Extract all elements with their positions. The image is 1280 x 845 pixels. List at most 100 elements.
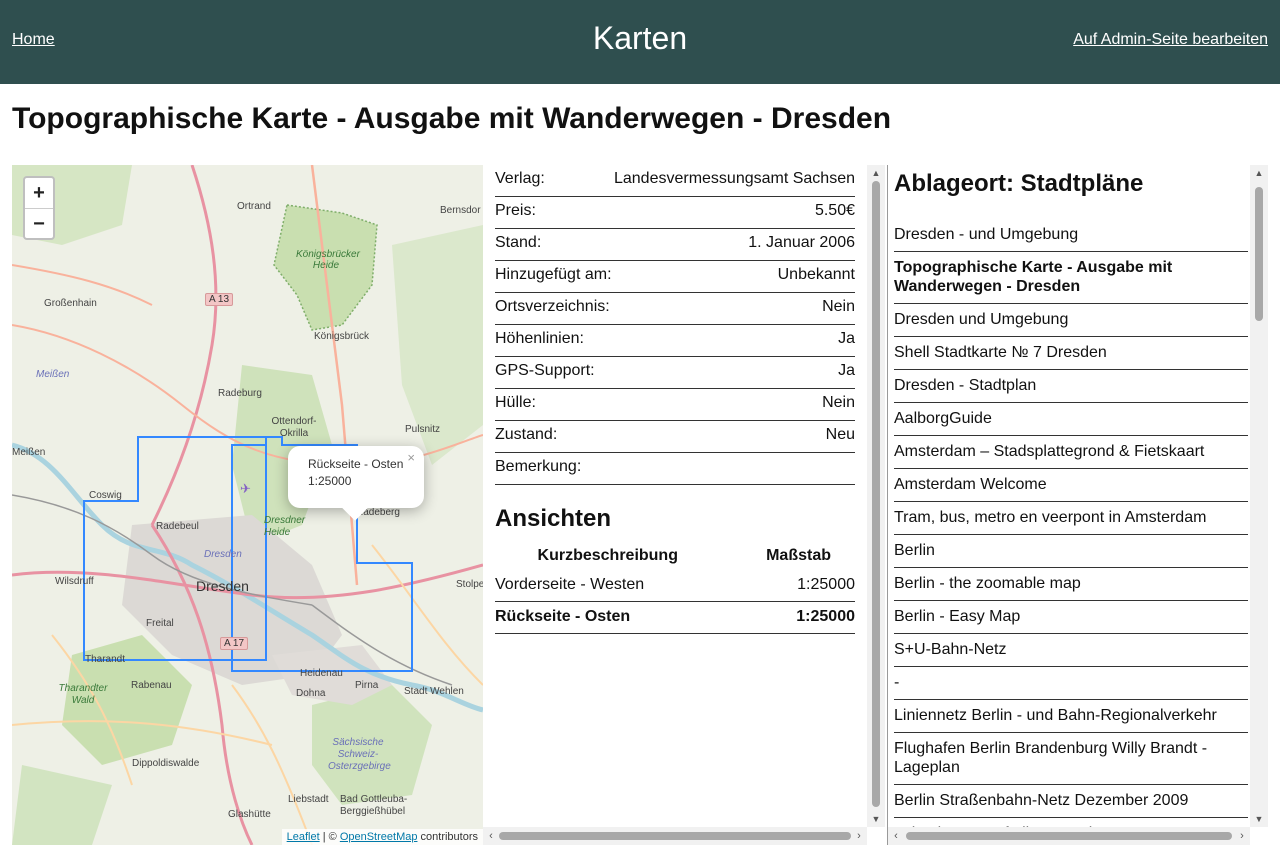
property-value: Neu bbox=[825, 426, 855, 443]
map-label-pirna: Pirna bbox=[355, 680, 379, 691]
scrollbar-thumb[interactable] bbox=[1255, 187, 1263, 321]
osm-link[interactable]: OpenStreetMap bbox=[340, 831, 418, 843]
scroll-up-arrow-icon[interactable]: ▲ bbox=[867, 165, 885, 181]
map-label-heidenau: Heidenau bbox=[300, 668, 343, 679]
details-panel: Verlag: Landesvermessungsamt Sachsen Preis… bbox=[483, 165, 885, 845]
scrollbar-thumb[interactable] bbox=[499, 832, 851, 840]
map-label-dippoldiswalde: Dippoldiswalde bbox=[132, 758, 200, 769]
map-label-freital: Freital bbox=[146, 618, 174, 629]
scroll-up-arrow-icon[interactable]: ▲ bbox=[1250, 165, 1268, 181]
property-row: Höhenlinien: Ja bbox=[495, 325, 855, 357]
property-value: Nein bbox=[822, 394, 855, 411]
map-label-koenigsbrueck: Königsbrück bbox=[314, 331, 370, 342]
map-label-koenigsbruecker-heide: Königsbrücker Heide bbox=[296, 249, 360, 271]
scroll-down-arrow-icon[interactable]: ▼ bbox=[1250, 811, 1268, 827]
storage-title: Ablageort: Stadtpläne bbox=[894, 170, 1144, 197]
views-title: Ansichten bbox=[495, 505, 612, 532]
storage-item[interactable]: Flughafen Berlin Brandenburg Willy Brand… bbox=[894, 733, 1248, 785]
property-row: Hülle: Nein bbox=[495, 389, 855, 421]
views-col-scale: Maßstab bbox=[766, 547, 831, 564]
attribution-contributors: contributors bbox=[417, 831, 478, 843]
views-row-active[interactable]: Rückseite - Osten 1:25000 bbox=[495, 601, 855, 634]
storage-item[interactable]: Shell Stadtkarte № 7 Dresden bbox=[894, 337, 1248, 370]
map-label-tharandter-wald: Tharandter Wald bbox=[58, 683, 108, 706]
storage-item[interactable]: Liniennetz Berlin - und Bahn-Regionalver… bbox=[894, 700, 1248, 733]
zoom-control: + − bbox=[23, 176, 55, 240]
details-vertical-scrollbar[interactable]: ▲ ▼ bbox=[867, 165, 885, 827]
scroll-left-arrow-icon[interactable]: ‹ bbox=[483, 827, 499, 845]
storage-item-current[interactable]: Topographische Karte - Ausgabe mit Wande… bbox=[894, 252, 1248, 304]
storage-item[interactable]: Tram, bus, metro en veerpont in Amsterda… bbox=[894, 502, 1248, 535]
map-label-liebstadt: Liebstadt bbox=[288, 794, 329, 805]
storage-item[interactable]: Berlin - the zoomable map bbox=[894, 568, 1248, 601]
map-label-stolpen: Stolpe bbox=[456, 579, 483, 590]
storage-item[interactable]: Dresden - Stadtplan bbox=[894, 370, 1248, 403]
property-label: Ortsverzeichnis: bbox=[495, 298, 610, 315]
views-row-scale: 1:25000 bbox=[720, 601, 855, 634]
storage-item[interactable]: Berlin - Easy Map bbox=[894, 601, 1248, 634]
map-label-stadt-wehlen: Stadt Wehlen bbox=[404, 686, 464, 697]
map-label-glashuette: Glashütte bbox=[228, 809, 271, 820]
property-row: Verlag: Landesvermessungsamt Sachsen bbox=[495, 165, 855, 197]
property-label: Verlag: bbox=[495, 170, 545, 187]
map-view[interactable]: ✈ Ortrand Bernsdor Königsbrücker Heide G… bbox=[12, 165, 483, 845]
storage-item[interactable]: S+U-Bahn-Netz bbox=[894, 634, 1248, 667]
scrollbar-thumb[interactable] bbox=[872, 181, 880, 807]
details-horizontal-scrollbar[interactable]: ‹ › bbox=[483, 827, 867, 845]
storage-panel: Ablageort: Stadtpläne Dresden - und Umge… bbox=[887, 165, 1268, 845]
zoom-out-button[interactable]: − bbox=[25, 208, 53, 238]
storage-item[interactable]: Berlin Straßenbahn-Netz Dezember 2009 bbox=[894, 785, 1248, 818]
storage-list: Dresden - und Umgebung Topographische Kar… bbox=[894, 219, 1248, 827]
storage-item[interactable]: Dresden - und Umgebung bbox=[894, 219, 1248, 252]
map-attribution: Leaflet | © OpenStreetMap contributors bbox=[281, 829, 483, 845]
property-label: Höhenlinien: bbox=[495, 330, 584, 347]
property-value: Ja bbox=[838, 330, 855, 347]
map-label-bad-gottleuba: Bad Gottleuba-Berggießhübel bbox=[340, 794, 408, 817]
road-shield-a13: A 13 bbox=[205, 293, 234, 306]
admin-edit-link[interactable]: Auf Admin-Seite bearbeiten bbox=[1073, 31, 1268, 49]
map-label-ortrand: Ortrand bbox=[237, 201, 271, 212]
storage-item[interactable]: - bbox=[894, 667, 1248, 700]
map-label-wilsdruff: Wilsdruff bbox=[55, 576, 94, 587]
property-row: Stand: 1. Januar 2006 bbox=[495, 229, 855, 261]
map-label-meissen: Meißen bbox=[12, 447, 46, 458]
storage-item[interactable]: Berlin bbox=[894, 535, 1248, 568]
scroll-left-arrow-icon[interactable]: ‹ bbox=[888, 827, 904, 845]
storage-vertical-scrollbar[interactable]: ▲ ▼ bbox=[1250, 165, 1268, 827]
views-row-desc: Vorderseite - Westen bbox=[495, 569, 721, 602]
storage-horizontal-scrollbar[interactable]: ‹ › bbox=[888, 827, 1250, 845]
property-row: Preis: 5.50€ bbox=[495, 197, 855, 229]
storage-item[interactable]: AalborgGuide bbox=[894, 403, 1248, 436]
map-label-pulsnitz: Pulsnitz bbox=[405, 424, 441, 435]
property-value: 5.50€ bbox=[814, 202, 855, 219]
property-label: Preis: bbox=[495, 202, 536, 219]
svg-text:✈: ✈ bbox=[240, 481, 251, 496]
leaflet-link[interactable]: Leaflet bbox=[287, 831, 320, 843]
storage-item[interactable]: Amsterdam Welcome bbox=[894, 469, 1248, 502]
popup-close-button[interactable]: × bbox=[407, 449, 415, 466]
scroll-right-arrow-icon[interactable]: › bbox=[851, 827, 867, 845]
views-table: Kurzbeschreibung Maßstab Vorderseite - W… bbox=[495, 543, 855, 634]
scroll-down-arrow-icon[interactable]: ▼ bbox=[867, 811, 885, 827]
property-row: Zustand: Neu bbox=[495, 421, 855, 453]
properties-list: Verlag: Landesvermessungsamt Sachsen Preis… bbox=[495, 165, 855, 485]
views-row-scale: 1:25000 bbox=[720, 569, 855, 602]
map-label-dresden: Dresden bbox=[196, 578, 249, 594]
storage-item[interactable]: Amsterdam – Stadsplattegrond & Fietskaar… bbox=[894, 436, 1248, 469]
map-label-meissen-river: Meißen bbox=[36, 369, 70, 380]
storage-item[interactable]: Dresden und Umgebung bbox=[894, 304, 1248, 337]
scrollbar-thumb[interactable] bbox=[906, 832, 1232, 840]
property-row: GPS-Support: Ja bbox=[495, 357, 855, 389]
zoom-in-button[interactable]: + bbox=[25, 178, 53, 208]
property-row: Ortsverzeichnis: Nein bbox=[495, 293, 855, 325]
scroll-right-arrow-icon[interactable]: › bbox=[1234, 827, 1250, 845]
property-label: Zustand: bbox=[495, 426, 558, 443]
attribution-separator: | © bbox=[319, 831, 340, 843]
map-label-coswig: Coswig bbox=[89, 490, 122, 501]
property-label: Bemerkung: bbox=[495, 458, 582, 475]
top-bar: Home Karten Auf Admin-Seite bearbeiten bbox=[0, 0, 1280, 84]
views-row[interactable]: Vorderseite - Westen 1:25000 bbox=[495, 569, 855, 602]
map-label-saechsische-schweiz: Sächsische Schweiz-Osterzgebirge bbox=[328, 737, 391, 772]
property-row: Bemerkung: bbox=[495, 453, 855, 485]
storage-item[interactable]: Orientierung auf allen Strecken bbox=[894, 818, 1248, 827]
